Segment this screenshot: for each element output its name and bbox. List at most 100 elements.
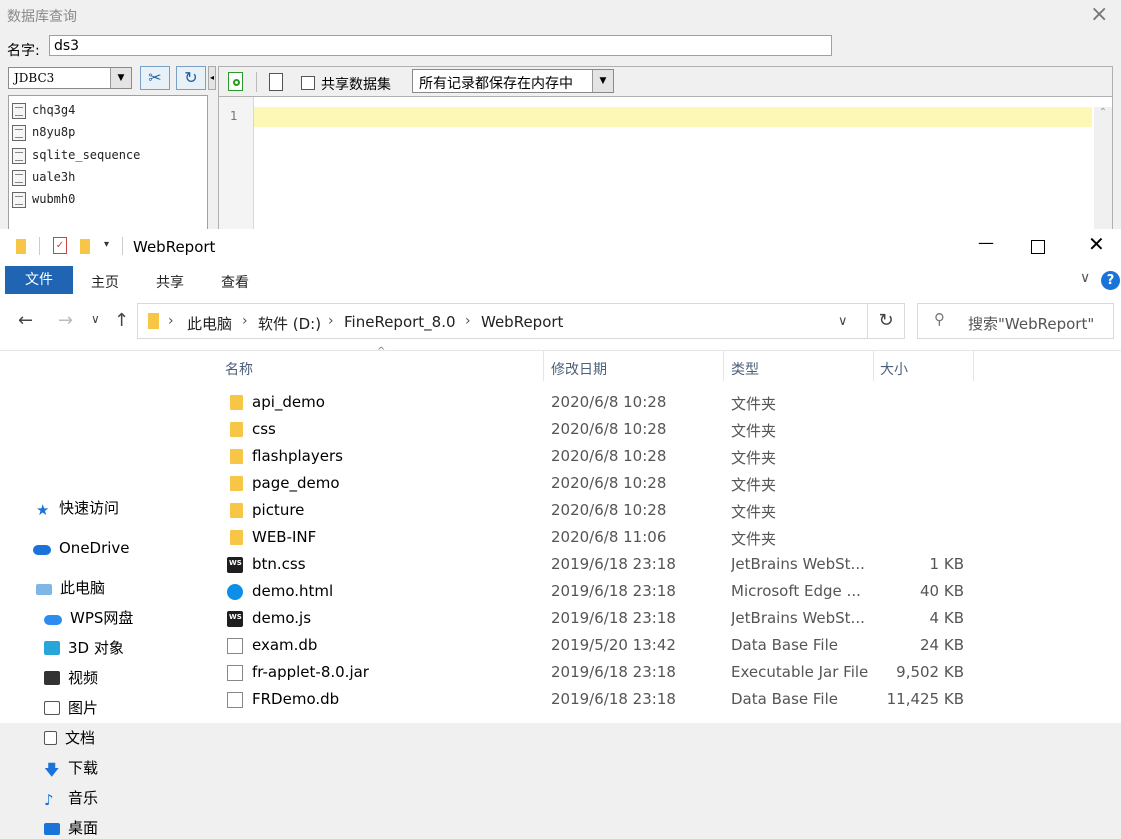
file-row[interactable]: fr-applet-8.0.jar 2019/6/18 23:18 Executab…	[222, 660, 1002, 687]
table-item[interactable]: chq3g4	[12, 100, 75, 120]
quick-access-toolbar-dropdown[interactable]: ▾	[104, 239, 109, 250]
minimize-button[interactable]: —	[978, 233, 994, 252]
column-divider[interactable]	[873, 351, 874, 381]
refresh-button[interactable]: ↻	[867, 303, 905, 339]
address-box[interactable]: › 此电脑 › 软件 (D:) › FineReport_8.0 › WebRe…	[137, 303, 868, 339]
column-divider[interactable]	[973, 351, 974, 381]
file-name: WEB-INF	[252, 528, 317, 546]
folder-icon	[230, 422, 243, 437]
desktop-icon	[44, 823, 60, 835]
file-type: 文件夹	[731, 503, 777, 521]
tab-view[interactable]: 查看	[221, 272, 249, 292]
nav-item-quick-access[interactable]: ★ 快速访问	[36, 497, 119, 519]
chevron-right-icon[interactable]: ›	[328, 313, 334, 329]
column-header-name[interactable]: 名称	[225, 359, 253, 379]
refresh-icon: ↻	[878, 310, 894, 331]
dialog-close-button[interactable]: ×	[1090, 2, 1108, 27]
properties-icon[interactable]: ✓	[53, 237, 67, 254]
dataset-name-input[interactable]: ds3	[49, 35, 832, 56]
file-row[interactable]: exam.db 2019/5/20 13:42 Data Base File 24 K…	[222, 633, 1002, 660]
file-row[interactable]: WEB-INF 2020/6/8 11:06 文件夹	[222, 525, 1002, 552]
collapse-panel-handle[interactable]: ◂	[208, 66, 216, 90]
editor-scrollbar[interactable]: ⌃	[1094, 107, 1112, 237]
share-dataset-checkbox[interactable]	[301, 76, 315, 90]
chevron-right-icon[interactable]: ›	[168, 313, 174, 329]
document-icon	[44, 731, 57, 745]
nav-item-this-pc[interactable]: 此电脑	[36, 577, 105, 599]
preview-icon[interactable]	[228, 72, 243, 91]
back-arrow-icon[interactable]: ←	[18, 310, 33, 331]
new-document-icon[interactable]	[269, 73, 283, 91]
file-row[interactable]: css 2020/6/8 10:28 文件夹	[222, 417, 1002, 444]
new-folder-icon[interactable]	[80, 239, 90, 254]
file-name: css	[252, 420, 276, 438]
file-name: page_demo	[252, 474, 340, 492]
file-row[interactable]: btn.css 2019/6/18 23:18 JetBrains WebSt...…	[222, 552, 1002, 579]
current-line-highlight	[254, 107, 1092, 127]
connection-select[interactable]: JDBC3 ▼	[8, 67, 132, 89]
refresh-icon: ↻	[184, 68, 198, 87]
table-item[interactable]: sqlite_sequence	[12, 145, 140, 165]
nav-item-pictures[interactable]: 图片	[44, 697, 98, 719]
file-row[interactable]: api_demo 2020/6/8 10:28 文件夹	[222, 390, 1002, 417]
nav-item-documents[interactable]: 文档	[44, 727, 95, 749]
breadcrumb-this-pc[interactable]: 此电脑	[187, 313, 232, 334]
chevron-down-icon[interactable]: ▼	[592, 70, 613, 92]
expand-ribbon-icon[interactable]: ∨	[1080, 270, 1090, 286]
connection-settings-button[interactable]: ✂	[140, 66, 170, 90]
file-name: btn.css	[252, 555, 306, 573]
nav-item-music[interactable]: ♪ 音乐	[44, 787, 98, 809]
file-row[interactable]: flashplayers 2020/6/8 10:28 文件夹	[222, 444, 1002, 471]
nav-item-wps-drive[interactable]: WPS网盘	[44, 607, 133, 629]
file-list: ^ 名称 修改日期 类型 大小 api_demo 2020/6/8 10:28 文件…	[202, 346, 1121, 723]
table-item[interactable]: n8yu8p	[12, 122, 75, 142]
tab-file[interactable]: 文件	[5, 266, 73, 294]
up-arrow-icon[interactable]: ↑	[114, 310, 129, 331]
column-header-size[interactable]: 大小	[880, 359, 908, 379]
chevron-down-icon[interactable]: ▼	[110, 68, 131, 88]
tools-icon: ✂	[148, 68, 162, 87]
address-bar-row: ← → ∨ ↑ › 此电脑 › 软件 (D:) › FineReport_8.0…	[0, 294, 1121, 351]
file-row[interactable]: picture 2020/6/8 10:28 文件夹	[222, 498, 1002, 525]
file-type: Data Base File	[731, 636, 838, 654]
file-type: 文件夹	[731, 395, 777, 413]
refresh-tables-button[interactable]: ↻	[176, 66, 206, 90]
file-row[interactable]: demo.js 2019/6/18 23:18 JetBrains WebSt...…	[222, 606, 1002, 633]
nav-item-3d-objects[interactable]: 3D 对象	[44, 637, 124, 659]
sql-editor[interactable]: 1 ⌃	[218, 96, 1113, 240]
table-item[interactable]: uale3h	[12, 167, 75, 187]
nav-item-onedrive[interactable]: OneDrive	[33, 537, 130, 559]
nav-item-desktop[interactable]: 桌面	[44, 817, 98, 839]
divider	[122, 237, 123, 255]
toolbar-divider	[256, 72, 257, 92]
column-divider[interactable]	[543, 351, 544, 381]
chevron-right-icon[interactable]: ›	[242, 313, 248, 329]
table-item[interactable]: wubmh0	[12, 189, 75, 209]
column-header-date[interactable]: 修改日期	[551, 359, 607, 379]
scroll-up-icon[interactable]: ⌃	[1094, 107, 1112, 118]
breadcrumb-drive[interactable]: 软件 (D:)	[258, 313, 321, 334]
chevron-down-icon[interactable]: ∨	[838, 314, 848, 329]
nav-item-videos[interactable]: 视频	[44, 667, 98, 689]
chevron-right-icon[interactable]: ›	[465, 313, 471, 329]
nav-item-downloads[interactable]: 🡇 下载	[44, 757, 98, 779]
file-row[interactable]: FRDemo.db 2019/6/18 23:18 Data Base File 11…	[222, 687, 1002, 714]
column-header-type[interactable]: 类型	[731, 359, 759, 379]
file-date: 2020/6/8 10:28	[551, 447, 667, 465]
maximize-button[interactable]	[1031, 240, 1045, 254]
tab-home[interactable]: 主页	[91, 272, 119, 292]
help-button[interactable]: ?	[1101, 271, 1120, 290]
file-row[interactable]: page_demo 2020/6/8 10:28 文件夹	[222, 471, 1002, 498]
file-size: 40 KB	[920, 582, 964, 600]
breadcrumb-webreport[interactable]: WebReport	[481, 313, 563, 331]
storage-mode-select[interactable]: 所有记录都保存在内存中 ▼	[412, 69, 614, 93]
tab-share[interactable]: 共享	[156, 272, 184, 292]
file-type: 文件夹	[731, 422, 777, 440]
breadcrumb-finereport[interactable]: FineReport_8.0	[344, 313, 456, 331]
search-box[interactable]: ⚲ 搜索"WebReport"	[917, 303, 1114, 339]
close-button[interactable]: ✕	[1088, 232, 1105, 256]
column-divider[interactable]	[723, 351, 724, 381]
forward-arrow-icon[interactable]: →	[58, 310, 73, 331]
recent-locations-icon[interactable]: ∨	[91, 312, 100, 326]
file-row[interactable]: demo.html 2019/6/18 23:18 Microsoft Edge .…	[222, 579, 1002, 606]
